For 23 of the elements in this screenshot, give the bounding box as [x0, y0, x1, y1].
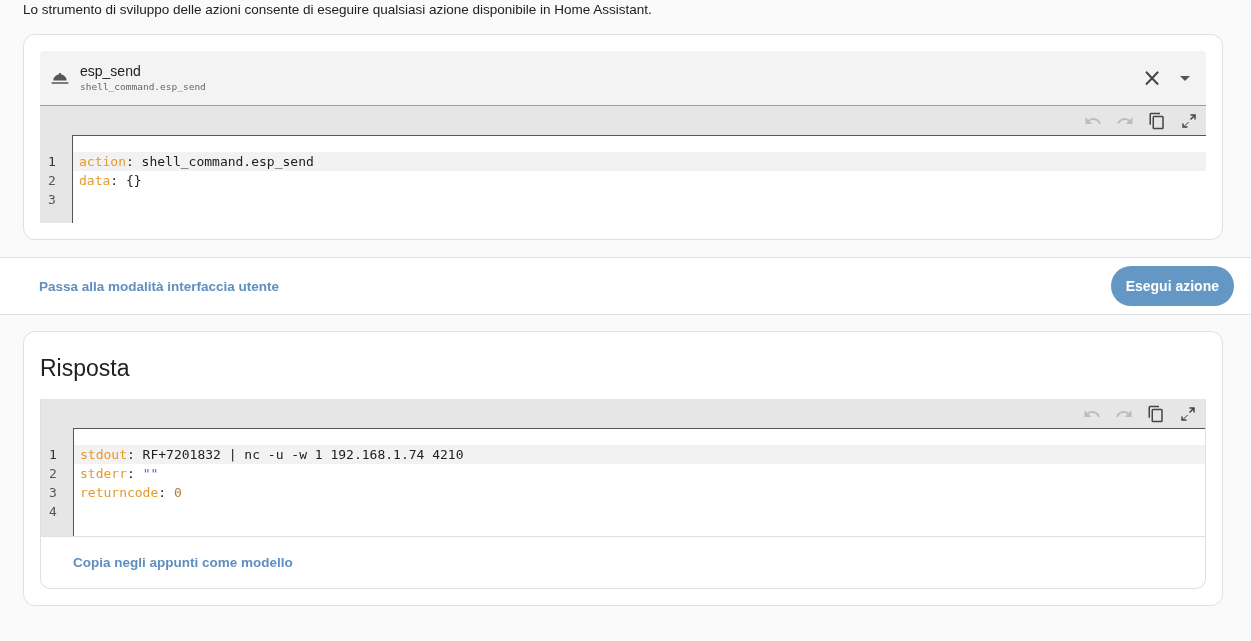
response-title: Risposta	[40, 354, 131, 383]
caret-icon[interactable]	[1180, 75, 1190, 81]
clear-button[interactable]: ×	[1137, 66, 1166, 90]
line-number: 2	[48, 465, 58, 483]
line-number: 3	[47, 191, 57, 209]
copy-icon[interactable]	[1148, 111, 1166, 130]
action-id: shell_command.esp_send	[80, 80, 207, 94]
line-number: 2	[47, 172, 57, 190]
intro-text: Lo strumento di sviluppo delle azioni consente di eseguire qualsiasi azione disponibile in Home Assistant.	[22, 1, 653, 19]
line-number: 1	[48, 446, 58, 464]
line-number: 3	[48, 484, 58, 502]
expand-icon[interactable]	[1180, 111, 1198, 130]
action-picker[interactable]: esp_send shell_command.esp_send ×	[40, 51, 1206, 106]
code-line: data: {}	[78, 172, 143, 190]
action-name: esp_send	[80, 62, 142, 80]
copy-icon[interactable]	[1147, 404, 1165, 423]
line-number: 1	[47, 153, 57, 171]
expand-icon[interactable]	[1179, 404, 1197, 423]
code-editor[interactable]: action: shell_command.esp_send data: {}	[72, 135, 1206, 223]
code-line: stderr: ""	[79, 465, 160, 483]
code-line: returncode: 0	[79, 484, 183, 502]
code-editor[interactable]: stdout: RF+7201832 | nc -u -w 1 192.168.1.74 4210 stderr: "" returncode: 0	[73, 428, 1205, 536]
line-number: 4	[48, 503, 58, 521]
